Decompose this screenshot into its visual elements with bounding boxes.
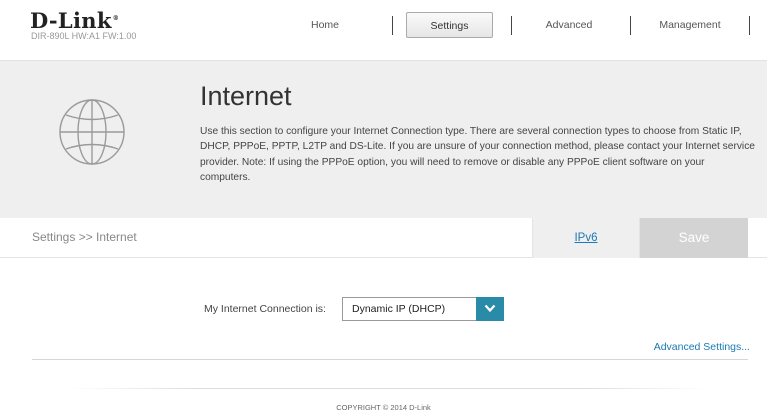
device-info: DIR-890L HW:A1 FW:1.00 (31, 31, 137, 41)
connection-type-value: Dynamic IP (DHCP) (352, 303, 446, 315)
nav-divider (392, 16, 393, 35)
globe-icon (59, 99, 125, 165)
dropdown-toggle[interactable] (476, 297, 504, 321)
router-settings-page: D-Link® DIR-890L HW:A1 FW:1.00 Home Sett… (0, 0, 767, 412)
nav-advanced[interactable]: Advanced (524, 12, 614, 38)
nav-divider (630, 16, 631, 35)
ipv6-button[interactable]: IPv6 (532, 218, 640, 258)
nav-settings[interactable]: Settings (406, 12, 493, 38)
save-button[interactable]: Save (640, 218, 748, 258)
advanced-settings-link[interactable]: Advanced Settings... (654, 341, 750, 353)
page-title: Internet (200, 81, 292, 111)
connection-type-select[interactable]: Dynamic IP (DHCP) (342, 297, 504, 321)
nav-management[interactable]: Management (642, 12, 738, 38)
footer-divider (70, 388, 710, 389)
nav-divider (749, 16, 750, 35)
breadcrumb: Settings >> Internet (32, 230, 137, 244)
action-bar: Settings >> Internet IPv6 Save (0, 218, 767, 258)
header: D-Link® DIR-890L HW:A1 FW:1.00 Home Sett… (0, 0, 767, 60)
copyright-text: COPYRIGHT © 2014 D-Link (336, 403, 431, 412)
nav-home[interactable]: Home (280, 12, 370, 38)
section-banner: Internet Use this section to configure y… (0, 60, 767, 218)
divider (32, 359, 748, 360)
chevron-down-icon (484, 304, 496, 313)
page-description: Use this section to configure your Inter… (200, 126, 755, 184)
nav-divider (511, 16, 512, 35)
connection-type-label: My Internet Connection is: (204, 303, 326, 315)
dlink-logo: D-Link® (30, 8, 119, 33)
